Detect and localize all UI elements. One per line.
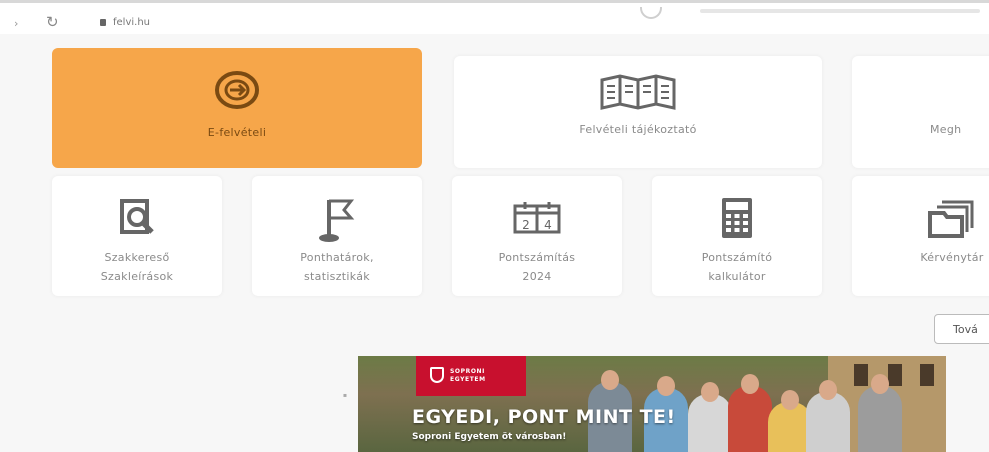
svg-text:2: 2 [522, 218, 530, 232]
reload-icon[interactable]: ↻ [46, 13, 59, 31]
ad-marker: ▪ [341, 393, 349, 398]
shield-icon [430, 367, 444, 383]
building-window [854, 364, 868, 386]
tile-e-felveteli[interactable]: E-felvételi [52, 48, 422, 168]
lock-icon [100, 19, 106, 26]
tile-label-line1: Ponthatárok, [300, 251, 374, 264]
university-logo: SOPRONI EGYETEM [416, 356, 526, 396]
url-text[interactable]: felvi.hu [113, 17, 150, 28]
tile-label: E-felvételi [207, 126, 267, 139]
calendar-icon: 2 4 [513, 202, 561, 234]
tile-label-line2: kalkulátor [708, 270, 766, 283]
banner-subline: Soproni Egyetem öt városban! [412, 432, 567, 442]
tile-label-line1: Szakkereső [104, 251, 170, 264]
building-window [920, 364, 934, 386]
loading-icon [640, 7, 662, 19]
search-document-icon [120, 199, 154, 234]
building-window [888, 364, 902, 386]
student-head [781, 390, 799, 410]
student-head [701, 382, 719, 402]
student-head [819, 380, 837, 400]
banner-headline: EGYEDI, PONT MINT TE! [412, 406, 676, 428]
tile-megh[interactable]: Megh [852, 56, 989, 168]
tile-label: Megh [930, 123, 962, 136]
arrow-circle-icon [215, 71, 259, 109]
svg-text:4: 4 [544, 218, 552, 232]
brand-line1: SOPRONI [450, 368, 485, 375]
folder-stack-icon [928, 200, 974, 238]
tile-label-line1: Kérvénytár [920, 251, 984, 264]
student-figure [858, 386, 902, 452]
tile-felveteli-tajekoztato[interactable]: Felvételi tájékoztató [454, 56, 822, 168]
ad-banner[interactable]: SOPRONI EGYETEM EGYEDI, PONT MINT TE! So… [358, 356, 946, 452]
student-head [601, 370, 619, 390]
student-figure [688, 394, 732, 452]
calculator-icon [722, 198, 752, 238]
toolbar-placeholder [700, 9, 980, 13]
browser-address-bar: › ↻ felvi.hu [0, 0, 989, 34]
tile-label-line2: Szakleírások [100, 270, 174, 283]
tile-label-line1: Pontszámítás [498, 251, 576, 264]
student-figure [806, 392, 850, 452]
tile-label: Felvételi tájékoztató [579, 123, 697, 136]
student-head [657, 376, 675, 396]
student-figure [728, 386, 772, 452]
tile-ponthatarok[interactable]: Ponthatárok, statisztikák [252, 176, 422, 296]
tile-pontszamitas-2024[interactable]: 2 4 Pontszámítás 2024 [452, 176, 622, 296]
back-icon[interactable]: › [14, 17, 18, 30]
more-button[interactable]: Tová [934, 314, 989, 344]
tile-szakkereso[interactable]: Szakkereső Szakleírások [52, 176, 222, 296]
student-head [741, 374, 759, 394]
tile-label-line2: 2024 [522, 270, 552, 283]
tile-pontszamito-kalkulator[interactable]: Pontszámító kalkulátor [652, 176, 822, 296]
student-head [871, 374, 889, 394]
tile-label-line1: Pontszámító [701, 251, 773, 264]
tile-label-line2: statisztikák [304, 270, 370, 283]
open-book-icon [600, 74, 676, 110]
flag-icon [319, 199, 355, 242]
tile-kervenytar[interactable]: Kérvénytár [852, 176, 989, 296]
brand-line2: EGYETEM [450, 376, 486, 383]
